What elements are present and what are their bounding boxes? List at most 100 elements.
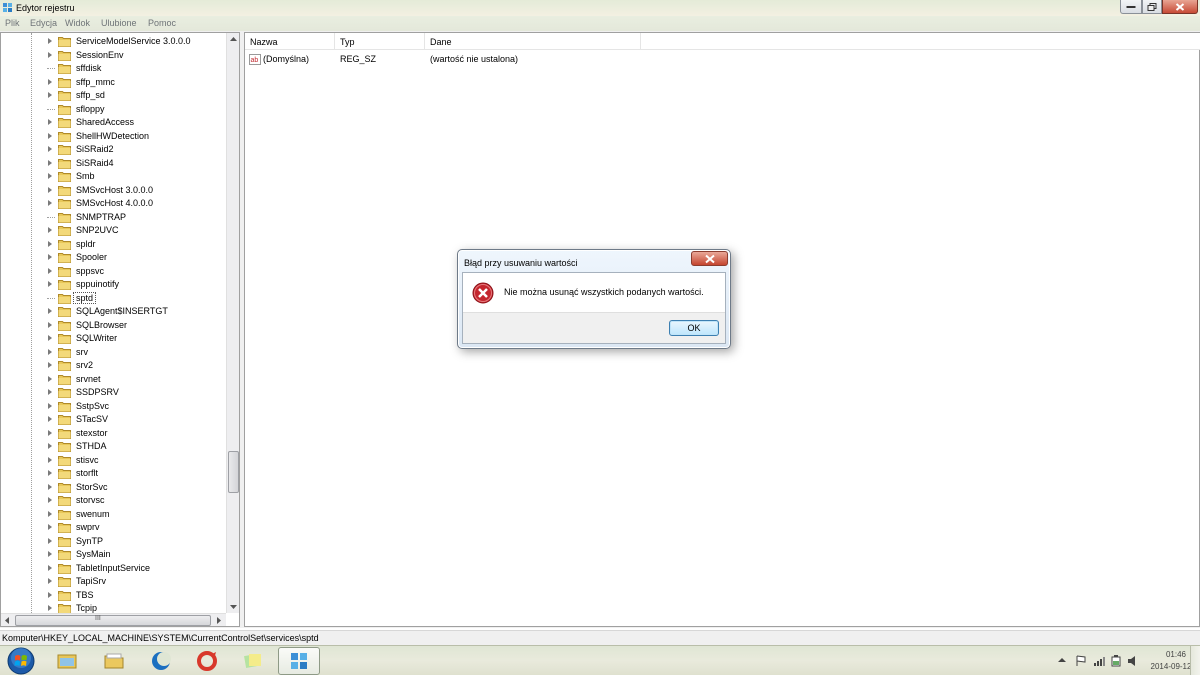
ok-button[interactable]: OK [669,320,719,336]
tree-item[interactable]: SQLWriter [45,332,225,345]
tree-item[interactable]: StorSvc [45,481,225,494]
tree-item[interactable]: srvnet [45,373,225,386]
expand-arrow-icon[interactable] [48,38,52,44]
tree-item[interactable]: storvsc [45,494,225,507]
close-button[interactable] [1162,0,1198,14]
tree-item[interactable]: SiSRaid4 [45,157,225,170]
expand-arrow-icon[interactable] [48,254,52,260]
scroll-right-arrow-icon[interactable] [212,614,225,627]
tree-item[interactable]: ServiceModelService 3.0.0.0 [45,35,225,48]
minimize-button[interactable] [1120,0,1142,14]
expand-arrow-icon[interactable] [48,240,52,247]
expand-arrow-icon[interactable] [48,321,52,328]
tree-item[interactable]: storflt [45,467,225,480]
expand-arrow-icon[interactable] [48,443,52,449]
expand-arrow-icon[interactable] [48,537,52,544]
tree-item[interactable]: sppuinotify [45,278,225,291]
tree-item[interactable]: sppsvc [45,265,225,278]
tree-item[interactable]: STHDA [45,440,225,453]
tree-item[interactable]: TapiSrv [45,575,225,588]
list-row[interactable]: ab (Domyślna) REG_SZ (wartość nie ustalo… [245,53,845,66]
action-center-flag-icon[interactable] [1075,655,1087,667]
taskbar-folder-button[interactable] [93,647,135,675]
expand-arrow-icon[interactable] [48,551,52,557]
tree-item[interactable]: SstpSvc [45,400,225,413]
taskbar-regedit-button[interactable] [278,647,320,675]
registry-tree[interactable]: ServiceModelService 3.0.0.0 SessionEnv sff… [0,32,240,627]
tree-item[interactable]: SysMain [45,548,225,561]
expand-arrow-icon[interactable] [48,335,52,341]
tree-item[interactable]: SynTP [45,535,225,548]
expand-arrow-icon[interactable] [48,173,52,179]
dialog-close-button[interactable] [691,251,728,266]
tree-item[interactable]: SNP2UVC [45,224,225,237]
tree-item[interactable]: srv [45,346,225,359]
menu-edycja[interactable]: Edycja [30,18,57,28]
tree-horizontal-scrollbar[interactable]: III [1,613,226,627]
column-header-name[interactable]: Nazwa [245,33,335,50]
tree-item[interactable]: sffp_sd [45,89,225,102]
expand-arrow-icon[interactable] [48,591,52,598]
tree-item[interactable]: SNMPTRAP [45,211,225,224]
menu-plik[interactable]: Plik [5,18,20,28]
expand-arrow-icon[interactable] [48,92,52,98]
menu-widok[interactable]: Widok [65,18,90,28]
tree-item[interactable]: sptd [45,291,225,305]
expand-arrow-icon[interactable] [48,267,52,274]
expand-arrow-icon[interactable] [48,159,52,166]
taskbar-notes-button[interactable] [232,647,274,675]
tree-item[interactable]: SharedAccess [45,116,225,129]
tree-item[interactable]: swenum [45,508,225,521]
scroll-up-arrow-icon[interactable] [227,33,240,46]
tree-item[interactable]: spldr [45,238,225,251]
tree-item[interactable]: SSDPSRV [45,386,225,399]
column-header-type[interactable]: Typ [335,33,425,50]
tree-item[interactable]: sfloppy [45,103,225,116]
expand-arrow-icon[interactable] [48,578,52,584]
start-button[interactable] [4,647,38,675]
expand-arrow-icon[interactable] [48,281,52,287]
tree-item[interactable]: ShellHWDetection [45,130,225,143]
expand-arrow-icon[interactable] [48,605,52,611]
tree-item[interactable]: TabletInputService [45,562,225,575]
expand-arrow-icon[interactable] [48,132,52,139]
expand-arrow-icon[interactable] [48,78,52,85]
expand-arrow-icon[interactable] [48,375,52,382]
tree-item[interactable]: stexstor [45,427,225,440]
tree-item[interactable]: SMSvcHost 4.0.0.0 [45,197,225,210]
expand-arrow-icon[interactable] [48,200,52,206]
expand-arrow-icon[interactable] [48,483,52,490]
tree-item[interactable]: STacSV [45,413,225,426]
tree-item[interactable]: sffp_mmc [45,76,225,89]
menu-ulubione[interactable]: Ulubione [101,18,137,28]
tree-item[interactable]: SQLBrowser [45,319,225,332]
expand-arrow-icon[interactable] [48,362,52,368]
tree-item[interactable]: SessionEnv [45,49,225,62]
tree-vertical-scroll-thumb[interactable] [228,451,239,493]
expand-arrow-icon[interactable] [48,402,52,409]
expand-arrow-icon[interactable] [48,389,52,395]
tree-item[interactable]: SQLAgent$INSERTGT [45,305,225,318]
show-hidden-icons-icon[interactable] [1057,655,1067,665]
tree-vertical-scrollbar[interactable] [226,33,240,613]
expand-arrow-icon[interactable] [48,186,52,193]
expand-arrow-icon[interactable] [48,416,52,422]
tree-item[interactable]: SiSRaid2 [45,143,225,156]
expand-arrow-icon[interactable] [48,564,52,571]
tree-item[interactable]: Spooler [45,251,225,264]
expand-arrow-icon[interactable] [48,497,52,503]
scroll-left-arrow-icon[interactable] [1,614,14,627]
column-header-data[interactable]: Dane [425,33,641,50]
tree-item[interactable]: Smb [45,170,225,183]
network-icon[interactable] [1093,655,1105,667]
tree-item[interactable]: srv2 [45,359,225,372]
taskbar-app-button[interactable] [140,647,182,675]
show-desktop-button[interactable] [1190,646,1200,675]
battery-icon[interactable] [1111,655,1121,667]
expand-arrow-icon[interactable] [48,227,52,233]
taskbar-explorer-button[interactable] [46,647,88,675]
tree-item[interactable]: sffdisk [45,62,225,75]
scroll-down-arrow-icon[interactable] [227,600,240,613]
tree-horizontal-scroll-thumb[interactable] [15,615,211,626]
taskbar-ccleaner-button[interactable] [186,647,228,675]
